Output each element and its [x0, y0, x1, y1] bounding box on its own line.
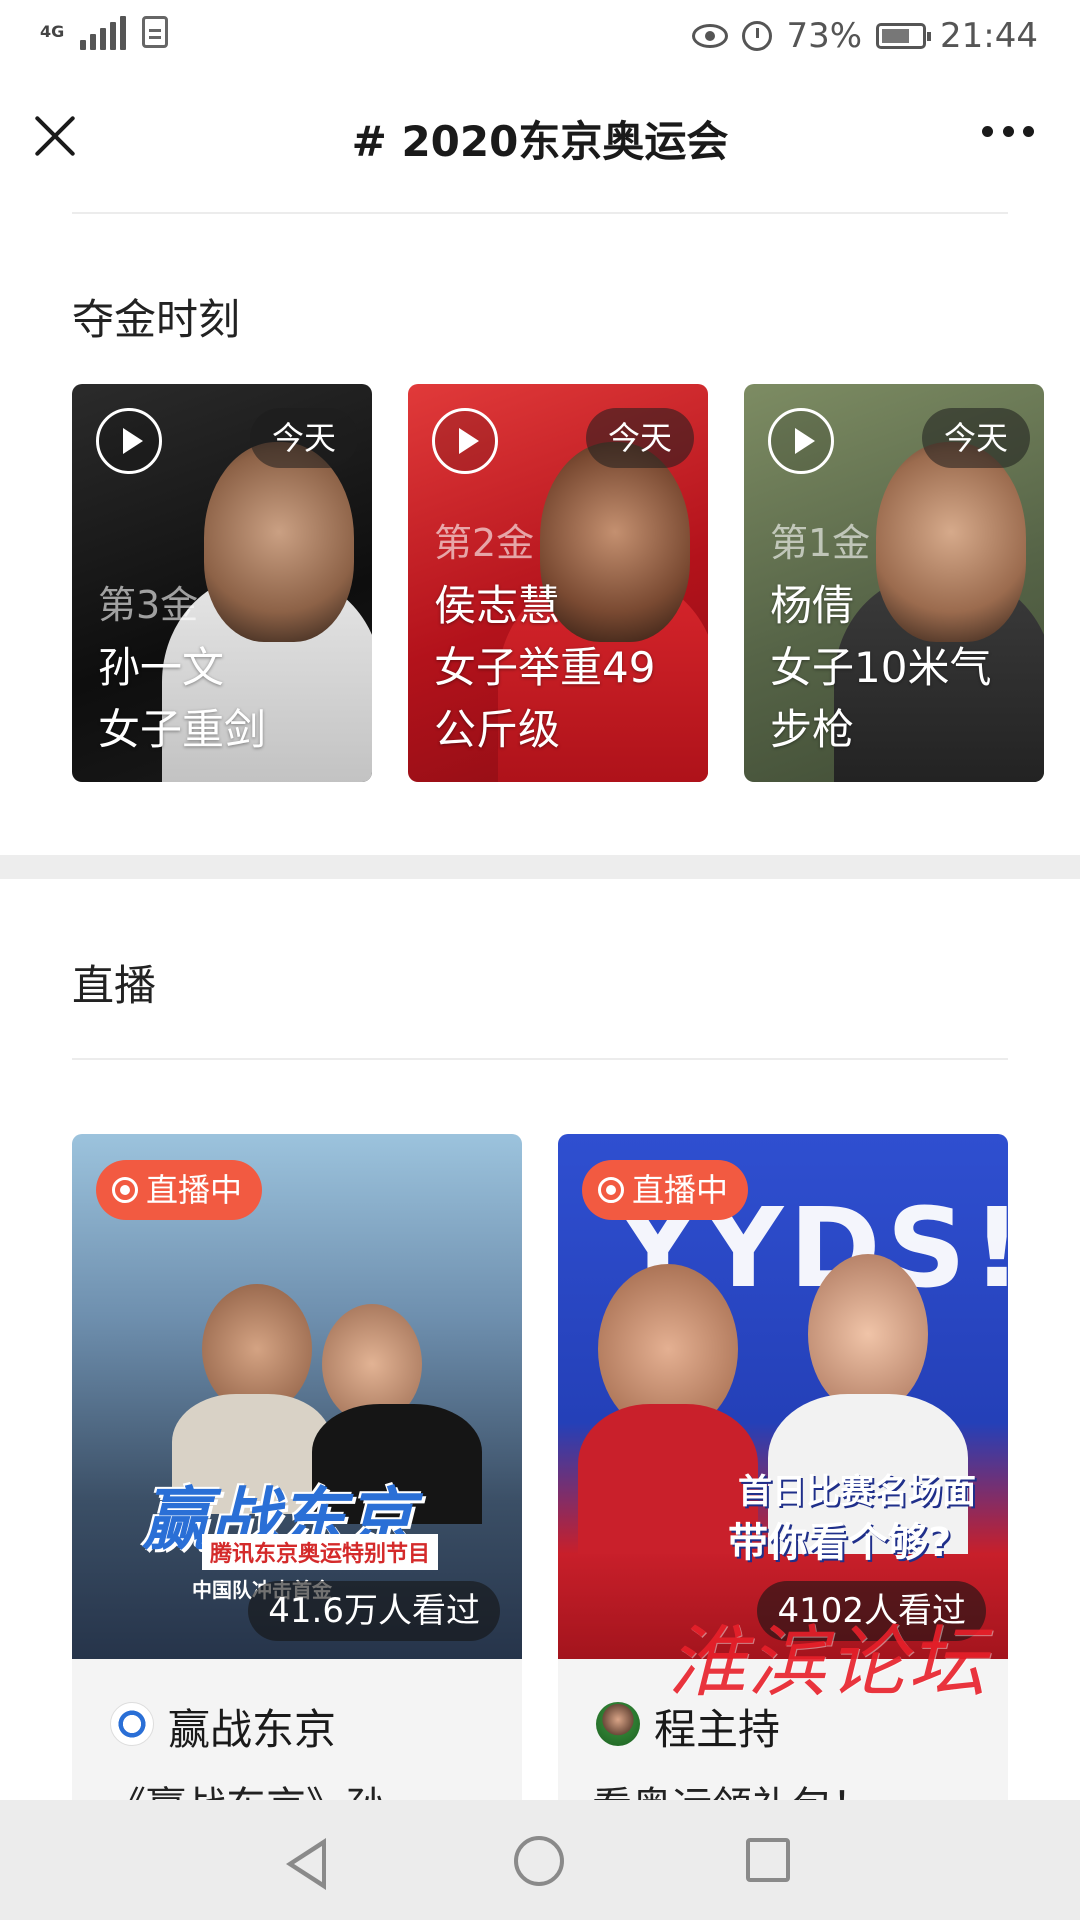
more-options-icon[interactable]	[982, 126, 1034, 138]
section-separator	[0, 855, 1080, 879]
event-name-line2: 步枪	[770, 705, 855, 754]
gold-card-3[interactable]: 今天 第1金 杨倩 女子10米气 步枪	[744, 384, 1044, 782]
today-badge: 今天	[585, 408, 694, 468]
live-badge: 直播中	[582, 1160, 749, 1220]
thumbnail-subtitle: 腾讯东京奥运特别节目	[202, 1534, 439, 1570]
event-name-line2: 公斤级	[434, 705, 561, 754]
system-navigation-bar	[0, 1800, 1080, 1920]
divider	[72, 1058, 1008, 1060]
nav-bar: # 2020东京奥运会	[0, 76, 1080, 202]
home-icon[interactable]	[514, 1836, 564, 1886]
host-avatar	[596, 1702, 640, 1746]
live-badge-label: 直播中	[146, 1171, 243, 1209]
status-bar: 4G 73% 21:44	[0, 0, 1080, 76]
divider	[72, 212, 1008, 214]
live-badge-label: 直播中	[632, 1171, 729, 1209]
athlete-name: 侯志慧	[434, 581, 561, 630]
battery-percent: 73%	[786, 16, 863, 56]
network-type: 4G	[40, 22, 65, 41]
play-icon[interactable]	[96, 408, 162, 474]
event-name: 女子重剑	[98, 705, 267, 754]
live-badge: 直播中	[96, 1160, 263, 1220]
event-name: 女子10米气	[770, 643, 992, 692]
play-icon[interactable]	[432, 408, 498, 474]
live-thumbnail: 赢战东京 腾讯东京奥运特别节目 中国队冲击首金 直播中 41.6万人看过	[72, 1134, 522, 1659]
eye-comfort-icon	[692, 24, 729, 48]
gold-rank: 第3金	[98, 583, 199, 627]
back-icon[interactable]	[286, 1838, 326, 1890]
forum-watermark: 淮滨论坛	[668, 1618, 989, 1708]
today-badge: 今天	[921, 408, 1030, 468]
thumbnail-subtitle-2: 带你看个够?	[728, 1520, 952, 1566]
alarm-icon	[742, 21, 773, 51]
thumbnail-subtitle: 首日比赛名场面	[738, 1472, 976, 1512]
live-thumbnail: YYDS! 首日比赛名场面 带你看个够? 直播中 4102人看过	[558, 1134, 1008, 1659]
page-title: # 2020东京奥运会	[351, 117, 729, 166]
clock: 21:44	[940, 16, 1038, 56]
athlete-name: 孙一文	[98, 643, 225, 692]
gold-card-2[interactable]: 今天 第2金 侯志慧 女子举重49 公斤级	[408, 384, 708, 782]
event-name: 女子举重49	[434, 643, 656, 692]
live-indicator-icon	[112, 1177, 138, 1203]
section-title-gold: 夺金时刻	[72, 295, 241, 344]
live-indicator-icon	[598, 1177, 624, 1203]
battery-icon	[876, 23, 932, 49]
host-avatar	[110, 1702, 154, 1746]
athlete-name: 杨倩	[770, 581, 855, 630]
viewer-count: 41.6万人看过	[248, 1581, 500, 1641]
notification-doc-icon	[142, 16, 168, 48]
section-title-live: 直播	[72, 961, 157, 1010]
play-icon[interactable]	[768, 408, 834, 474]
gold-card-1[interactable]: 今天 第3金 孙一文 女子重剑	[72, 384, 372, 782]
gold-rank: 第2金	[434, 521, 535, 565]
gold-rank: 第1金	[770, 521, 871, 565]
host-name: 赢战东京	[168, 1705, 337, 1754]
today-badge: 今天	[249, 408, 358, 468]
recent-apps-icon[interactable]	[746, 1838, 790, 1882]
signal-icon	[80, 14, 126, 50]
